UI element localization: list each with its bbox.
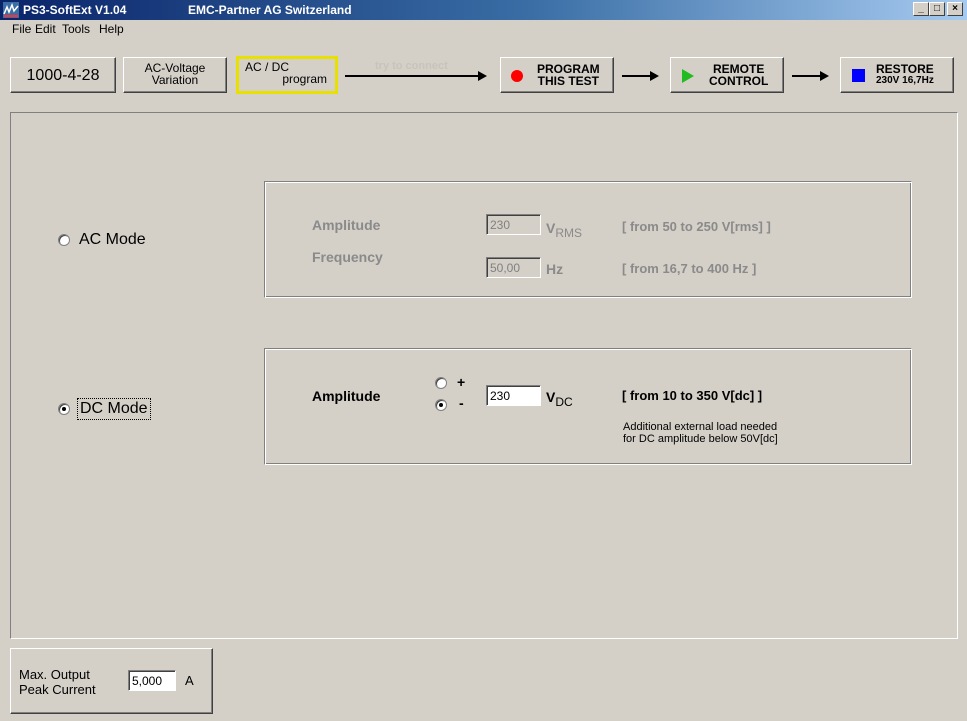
peak-current-label: Max. Output Peak Current <box>19 667 96 697</box>
record-icon <box>511 70 523 82</box>
dc-mode-option[interactable]: DC Mode <box>55 398 180 422</box>
dc-amplitude-label: Amplitude <box>312 388 381 404</box>
ac-voltage-variation-button[interactable]: AC-Voltage Variation <box>123 57 227 93</box>
minimize-button[interactable]: _ <box>913 2 929 16</box>
peak-current-panel: Max. Output Peak Current 5,000 A <box>10 648 213 714</box>
ac-amplitude-label: Amplitude <box>312 217 381 233</box>
stop-icon <box>852 69 865 82</box>
ac-settings-group: Amplitude 230 VRMS [ from 50 to 250 V[rm… <box>264 181 912 298</box>
dc-amplitude-input[interactable]: 230 <box>486 385 541 406</box>
dc-polarity-minus-label: - <box>459 395 464 411</box>
dc-polarity-minus-radio[interactable] <box>435 399 447 411</box>
menu-tools[interactable]: Tools <box>62 22 90 36</box>
arrow-remote <box>792 75 822 77</box>
ac-mode-radio[interactable] <box>58 234 70 246</box>
radio-dot-icon <box>439 403 443 407</box>
dc-mode-radio[interactable] <box>58 403 70 415</box>
standard-button[interactable]: 1000-4-28 <box>10 57 116 93</box>
dc-amplitude-unit-v: V <box>546 389 556 405</box>
app-icon <box>3 2 19 18</box>
connect-hint: try to connect <box>375 60 448 72</box>
menu-bar: File Edit Tools Help <box>0 20 967 38</box>
ac-voltage-label-2: Variation <box>151 73 199 87</box>
peak-current-unit: A <box>185 673 194 688</box>
dc-polarity-plus-label: + <box>457 374 466 390</box>
ac-mode-label: AC Mode <box>79 231 146 248</box>
program-test-button[interactable]: PROGRAM THIS TEST <box>500 57 614 93</box>
menu-file[interactable]: File <box>12 22 31 36</box>
acdc-label-2: program <box>282 72 327 86</box>
remote-control-button[interactable]: REMOTE CONTROL <box>670 57 784 93</box>
close-button[interactable]: × <box>947 2 963 16</box>
window-title: PS3-SoftExt V1.04 <box>23 3 127 17</box>
arrow-program-head <box>650 71 659 81</box>
ac-frequency-input[interactable]: 50,00 <box>486 257 541 278</box>
play-icon <box>682 69 694 83</box>
title-bar[interactable]: PS3-SoftExt V1.04 EMC-Partner AG Switzer… <box>0 0 967 20</box>
arrow-connect <box>345 75 480 77</box>
maximize-button[interactable]: □ <box>929 2 945 16</box>
dc-settings-group: Amplitude + - 230 VDC [ from 10 to 350 V… <box>264 348 912 465</box>
dc-load-note-line2: for DC amplitude below 50V[dc] <box>623 433 778 445</box>
radio-dot-icon <box>62 407 66 411</box>
window-company: EMC-Partner AG Switzerland <box>188 3 352 17</box>
dc-amplitude-range: [ from 10 to 350 V[dc] ] <box>622 388 763 403</box>
dc-amplitude-unit-sub: DC <box>555 394 573 409</box>
dc-amplitude-unit: VDC <box>546 389 573 409</box>
peak-current-label-2: Peak Current <box>19 682 96 697</box>
remote-label-2: CONTROL <box>709 74 769 88</box>
ac-amplitude-unit-v: V <box>546 220 556 236</box>
restore-label-1: RESTORE <box>876 62 934 76</box>
ac-frequency-range: [ from 16,7 to 400 Hz ] <box>622 261 757 276</box>
ac-frequency-unit: Hz <box>546 261 564 277</box>
ac-amplitude-input[interactable]: 230 <box>486 214 541 235</box>
ac-amplitude-unit-sub: RMS <box>555 225 583 240</box>
program-label-2: THIS TEST <box>537 74 599 88</box>
ac-frequency-label: Frequency <box>312 249 383 265</box>
dc-mode-label: DC Mode <box>77 398 151 420</box>
arrow-program <box>622 75 652 77</box>
menu-help[interactable]: Help <box>99 22 124 36</box>
ac-mode-option[interactable]: AC Mode <box>55 230 175 252</box>
restore-button[interactable]: RESTORE 230V 16,7Hz <box>840 57 954 93</box>
dc-load-note-line1: Additional external load needed <box>623 421 778 433</box>
arrow-remote-head <box>820 71 829 81</box>
dc-load-note: Additional external load needed for DC a… <box>623 421 778 445</box>
ac-amplitude-range: [ from 50 to 250 V[rms] ] <box>622 219 771 234</box>
acdc-program-button[interactable]: AC / DC program <box>236 56 338 94</box>
ac-amplitude-unit: VRMS <box>546 220 582 240</box>
menu-edit[interactable]: Edit <box>35 22 56 36</box>
restore-label-2: 230V 16,7Hz <box>876 75 934 86</box>
peak-current-input[interactable]: 5,000 <box>128 670 176 691</box>
peak-current-label-1: Max. Output <box>19 667 90 682</box>
arrow-connect-head <box>478 71 487 81</box>
dc-polarity-plus-radio[interactable] <box>435 377 447 389</box>
